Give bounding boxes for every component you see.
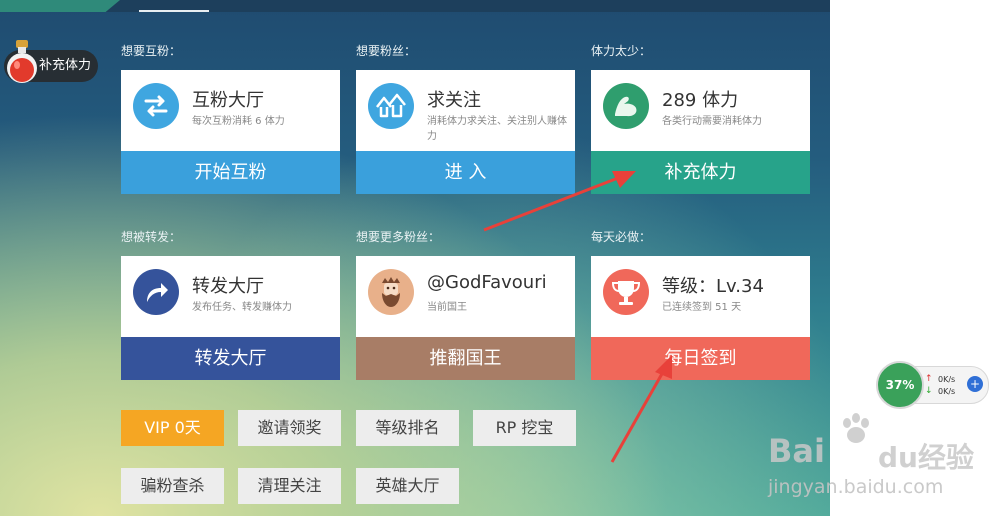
watermark-url: jingyan.baidu.com — [768, 476, 944, 498]
watermark-logo: Bai — [768, 432, 825, 470]
upload-speed: 0K/s — [938, 375, 956, 384]
download-speed: 0K/s — [938, 387, 956, 396]
watermark-du: du — [878, 441, 918, 474]
plus-icon[interactable]: + — [967, 376, 983, 392]
network-speed-widget[interactable]: 37% ↑ 0K/s ↓ 0K/s + — [876, 361, 989, 409]
watermark-cn: 经验 — [917, 441, 974, 474]
paw-icon — [843, 413, 869, 443]
memory-percent-badge: 37% — [876, 361, 924, 409]
upload-arrow-icon: ↑ — [925, 374, 933, 384]
watermark-suffix: du经验 — [878, 436, 974, 476]
download-arrow-icon: ↓ — [925, 386, 933, 396]
arrow-to-checkin — [610, 371, 665, 463]
arrow-to-refill — [483, 176, 619, 232]
annotation-arrows — [483, 171, 672, 463]
app-window: 补充体力 想要互粉： 想要粉丝： 体力太少： 想被转发： 想要更多粉丝： 每天必… — [0, 0, 830, 516]
arrowhead-checkin — [655, 355, 672, 379]
